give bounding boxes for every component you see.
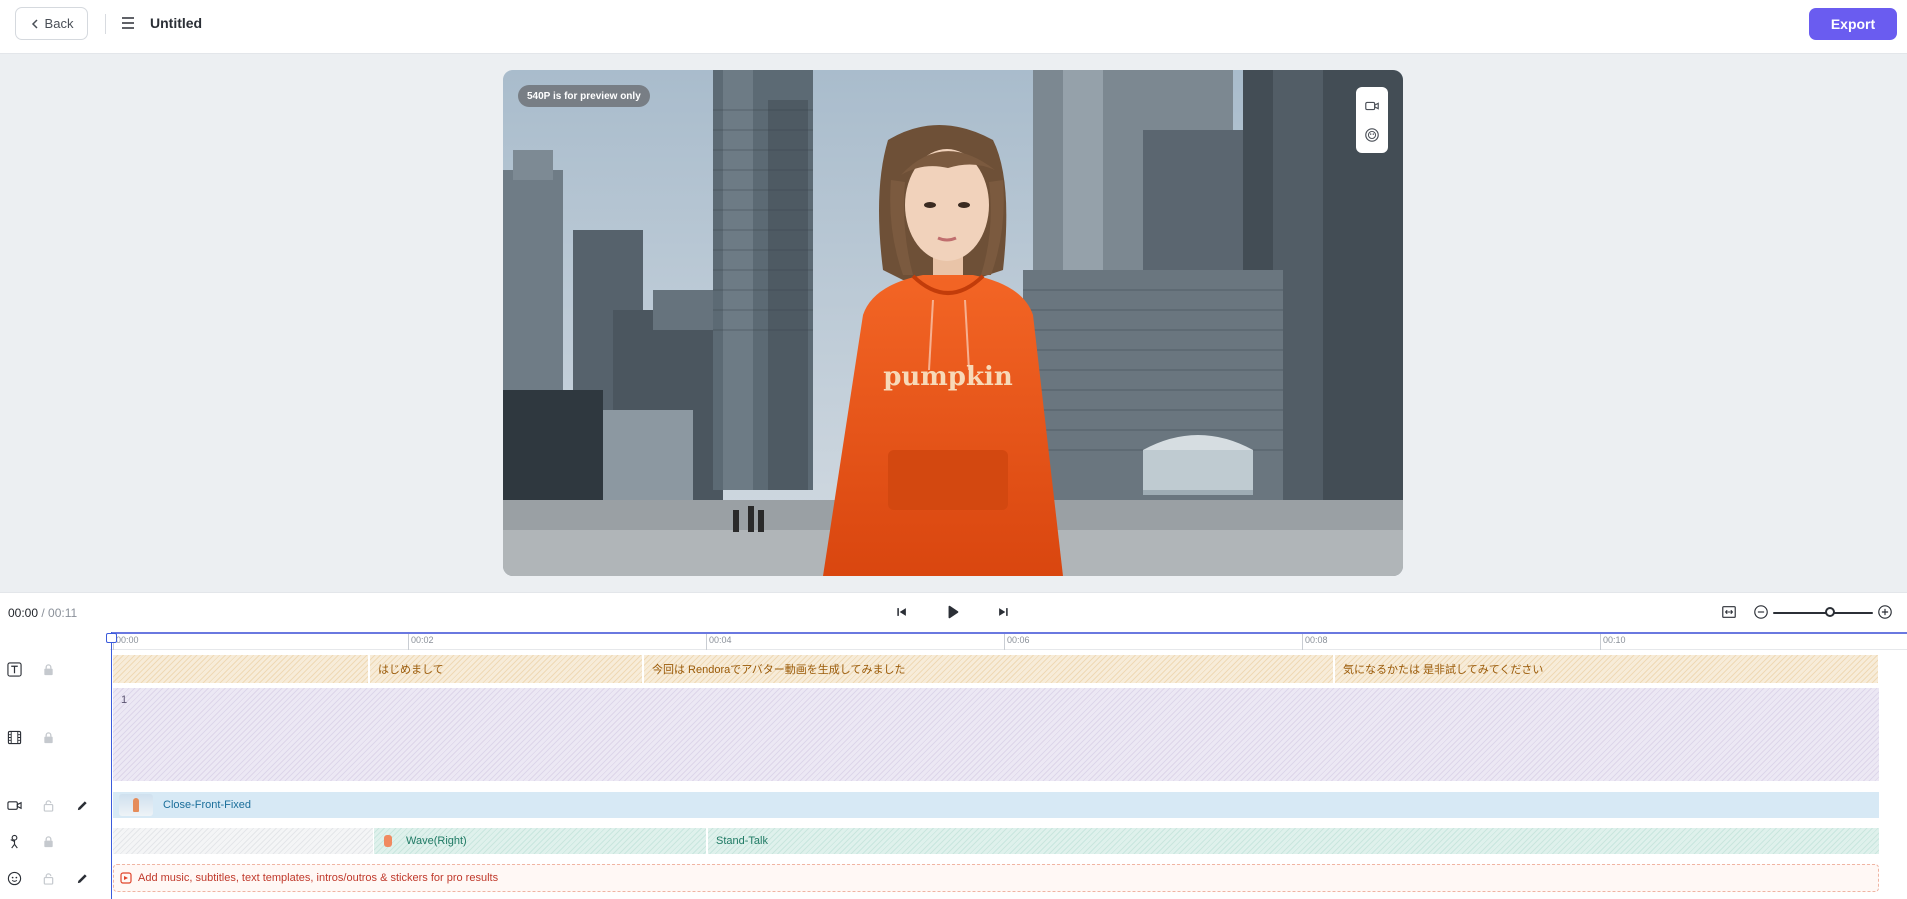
action-clip-label: Wave(Right) — [406, 835, 467, 847]
zoom-out-icon[interactable] — [1752, 603, 1770, 621]
add-extras-text: Add music, subtitles, text templates, in… — [138, 872, 499, 884]
ruler-tick: 00:04 — [706, 632, 732, 650]
action-clip[interactable]: Wave(Right) — [373, 828, 706, 854]
playhead-handle[interactable] — [106, 633, 117, 643]
zoom-slider[interactable] — [1773, 612, 1873, 614]
timeline-panel: 00:00 00:02 00:04 00:06 00:08 00:10 はじめま… — [0, 632, 1907, 899]
skip-back-icon[interactable] — [893, 603, 911, 621]
playhead[interactable] — [111, 632, 112, 899]
text-track-icon — [6, 661, 22, 677]
avatar-pose-track-icon — [6, 833, 22, 849]
camera-clip-thumbnail — [119, 794, 153, 816]
skip-forward-icon[interactable] — [994, 603, 1012, 621]
preview-scene-image: pumpkin — [503, 70, 1403, 576]
face-expression-icon[interactable] — [1363, 126, 1381, 144]
fit-timeline-icon[interactable] — [1720, 603, 1738, 621]
camera-clip[interactable]: Close-Front-Fixed — [113, 792, 1879, 818]
time-readout: 00:00 / 00:11 — [8, 606, 77, 620]
preview-quality-badge: 540P is for preview only — [518, 85, 650, 107]
lock-icon[interactable] — [41, 662, 55, 676]
header-divider — [105, 14, 106, 34]
pencil-icon[interactable] — [75, 798, 89, 812]
sticker-track-icon — [6, 870, 22, 886]
ruler-progress-line — [111, 632, 1907, 634]
subtitle-clip[interactable]: 気になるかたは 是非試してみてください — [1335, 655, 1879, 683]
lock-icon[interactable] — [41, 730, 55, 744]
action-clip-label: Stand-Talk — [716, 835, 768, 847]
zoom-slider-handle[interactable] — [1825, 607, 1835, 617]
action-thumbnail — [384, 835, 392, 847]
back-button-label: Back — [44, 16, 74, 31]
subtitle-clip[interactable] — [113, 655, 369, 683]
zoom-in-icon[interactable] — [1876, 603, 1894, 621]
subtitle-clip[interactable]: はじめまして — [370, 655, 643, 683]
chevron-left-icon — [31, 18, 38, 29]
ruler-tick: 00:10 — [1600, 632, 1626, 650]
top-bar: Back Untitled Export — [0, 0, 1907, 54]
camera-clip-label: Close-Front-Fixed — [163, 799, 252, 811]
unlock-icon[interactable] — [41, 871, 55, 885]
subtitle-clip[interactable]: 今回は Rendoraでアバター動画を生成してみました — [644, 655, 1334, 683]
action-clip[interactable]: Stand-Talk — [707, 828, 1879, 854]
empty-action-slot[interactable] — [113, 828, 373, 854]
play-icon[interactable] — [944, 603, 962, 621]
scene-clip[interactable]: 1 — [113, 688, 1879, 781]
current-time: 00:00 — [8, 606, 39, 620]
project-title[interactable]: Untitled — [150, 15, 202, 31]
unlock-icon[interactable] — [41, 798, 55, 812]
back-button[interactable]: Back — [15, 7, 88, 40]
film-track-icon — [6, 729, 22, 745]
add-extras-prompt[interactable]: Add music, subtitles, text templates, in… — [113, 864, 1879, 892]
total-time: / 00:11 — [38, 606, 78, 620]
ruler-tick: 00:02 — [408, 632, 434, 650]
add-media-icon — [120, 872, 132, 884]
lock-icon[interactable] — [41, 834, 55, 848]
ruler-tick: 00:08 — [1302, 632, 1328, 650]
menu-icon[interactable] — [120, 15, 136, 31]
ruler-tick: 00:06 — [1004, 632, 1030, 650]
preview-toolbar — [1356, 87, 1388, 153]
export-button[interactable]: Export — [1809, 8, 1897, 40]
camera-icon[interactable] — [1363, 97, 1381, 115]
time-ruler[interactable]: 00:00 00:02 00:04 00:06 00:08 00:10 — [110, 632, 1907, 650]
pencil-icon[interactable] — [75, 871, 89, 885]
video-preview[interactable]: pumpkin 540P is for preview only — [503, 70, 1403, 576]
hoodie-print: pumpkin — [883, 362, 1013, 392]
playback-bar: 00:00 / 00:11 — [0, 592, 1907, 632]
camera-track-icon — [6, 797, 22, 813]
